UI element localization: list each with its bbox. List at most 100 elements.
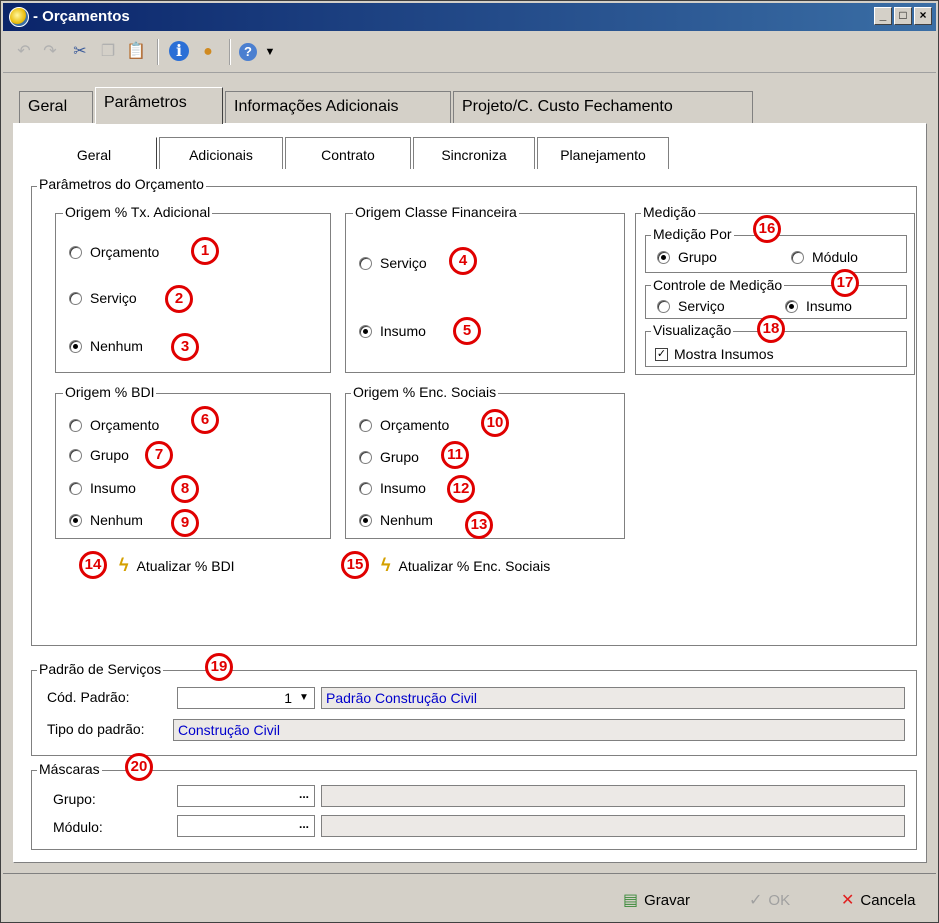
radio-indicator (359, 481, 372, 495)
tipo-padrao-field: Construção Civil (173, 719, 905, 741)
subtab-contrato[interactable]: Contrato (285, 137, 411, 169)
radio-classe-insumo[interactable]: Insumo (359, 323, 426, 339)
radio-controle-insumo[interactable]: Insumo (785, 298, 852, 314)
bdi-legend: Origem % BDI (63, 384, 157, 400)
padrao-servicos-legend: Padrão de Serviços (37, 661, 164, 677)
controle-medicao-legend: Controle de Medição (651, 277, 785, 293)
radio-medicao-grupo[interactable]: Grupo (657, 249, 717, 265)
callout-badge: 7 (145, 441, 173, 469)
radio-enc-insumo[interactable]: Insumo (359, 480, 426, 496)
radio-bdi-insumo[interactable]: Insumo (69, 480, 136, 496)
atualizar-bdi-button[interactable]: ϟ Atualizar % BDI (119, 555, 235, 576)
cut-icon[interactable]: ✂ (69, 41, 91, 63)
radio-enc-nenhum[interactable]: Nenhum (359, 512, 433, 528)
callout-badge: 2 (165, 285, 193, 313)
radio-indicator (359, 513, 372, 527)
radio-enc-orcamento[interactable]: Orçamento (359, 417, 449, 433)
visualizacao-legend: Visualização (651, 322, 734, 338)
action-label: Atualizar % BDI (136, 557, 235, 574)
button-bar: ▤ Gravar ✓ OK ✕ Cancela (3, 873, 936, 921)
callout-badge: 12 (447, 475, 475, 503)
window: - Orçamentos _ □ × ↶ ↷ ✂ ❐ 📋 i ● ? ▼ Ger… (0, 0, 939, 923)
radio-indicator (785, 299, 798, 313)
subtab-adicionais[interactable]: Adicionais (159, 137, 283, 169)
cod-padrao-description: Padrão Construção Civil (321, 687, 905, 709)
radio-label: Serviço (678, 298, 725, 314)
tab-label: Geral (28, 98, 68, 115)
grupo-mask-display (321, 785, 905, 807)
medicao-legend: Medição (641, 204, 698, 220)
window-title: - Orçamentos (33, 8, 130, 25)
close-button[interactable]: × (914, 7, 932, 25)
subtab-planejamento[interactable]: Planejamento (537, 137, 669, 169)
tab-label: Sincroniza (441, 147, 507, 163)
radio-enc-grupo[interactable]: Grupo (359, 449, 419, 465)
checkmark-icon: ✓ (749, 892, 763, 909)
chevron-down-icon[interactable]: ▼ (296, 689, 312, 707)
tab-parametros[interactable]: Parâmetros (95, 87, 223, 124)
enc-sociais-legend: Origem % Enc. Sociais (351, 384, 499, 400)
radio-label: Serviço (380, 255, 427, 271)
radio-bdi-orcamento[interactable]: Orçamento (69, 417, 159, 433)
tab-label: Adicionais (189, 147, 253, 163)
help-icon[interactable]: ? (239, 43, 257, 61)
radio-indicator (791, 250, 804, 264)
radio-classe-servico[interactable]: Serviço (359, 255, 427, 271)
copy-icon[interactable]: ❐ (97, 41, 119, 63)
radio-label: Grupo (678, 249, 717, 265)
radio-label: Orçamento (380, 417, 450, 433)
callout-badge: 19 (205, 653, 233, 681)
radio-tx-nenhum[interactable]: Nenhum (69, 338, 143, 354)
radio-bdi-nenhum[interactable]: Nenhum (69, 512, 143, 528)
mostra-insumos-checkbox[interactable]: ✓ Mostra Insumos (655, 346, 774, 362)
mascaras-legend: Máscaras (37, 761, 102, 777)
callout-badge: 14 (79, 551, 107, 579)
padrao-servicos-group (31, 670, 917, 756)
radio-tx-orcamento[interactable]: Orçamento (69, 244, 159, 260)
lightning-icon: ϟ (381, 555, 391, 575)
radio-indicator (69, 418, 82, 432)
cancela-button[interactable]: ✕ Cancela (841, 890, 915, 910)
cod-padrao-select[interactable]: 1 ▼ (177, 687, 315, 709)
tab-label: Planejamento (560, 147, 646, 163)
tab-informacoes-adicionais[interactable]: Informações Adicionais (225, 91, 451, 123)
modulo-mask-input[interactable]: ... (177, 815, 315, 837)
maximize-button[interactable]: □ (894, 7, 912, 25)
cod-padrao-value: 1 (284, 690, 292, 706)
atualizar-enc-sociais-button[interactable]: ϟ Atualizar % Enc. Sociais (381, 555, 550, 576)
ellipsis-button[interactable]: ... (296, 817, 312, 835)
tab-projeto-custo[interactable]: Projeto/C. Custo Fechamento (453, 91, 753, 123)
paste-icon[interactable]: 📋 (125, 41, 147, 63)
radio-tx-servico[interactable]: Serviço (69, 290, 137, 306)
subtab-geral[interactable]: Geral (31, 137, 157, 169)
grupo-mask-label: Grupo: (53, 791, 96, 807)
redo-icon[interactable]: ↷ (39, 41, 61, 63)
tab-label: Geral (76, 147, 112, 163)
toolbar-separator (229, 39, 231, 65)
radio-label: Insumo (806, 298, 852, 314)
check-icon: ✓ (655, 347, 668, 361)
radio-medicao-modulo[interactable]: Módulo (791, 249, 858, 265)
radio-controle-servico[interactable]: Serviço (657, 298, 725, 314)
ellipsis-button[interactable]: ... (296, 787, 312, 805)
radio-label: Orçamento (90, 417, 160, 433)
info-icon[interactable]: i (169, 41, 189, 61)
radio-indicator (69, 245, 82, 259)
tab-geral[interactable]: Geral (19, 91, 93, 123)
radio-bdi-grupo[interactable]: Grupo (69, 447, 129, 463)
radio-indicator (69, 513, 82, 527)
callout-badge: 11 (441, 441, 469, 469)
tab-label: Contrato (321, 147, 375, 163)
chevron-down-icon[interactable]: ▼ (259, 41, 281, 63)
minimize-button[interactable]: _ (874, 7, 892, 25)
gravar-button[interactable]: ▤ Gravar (623, 890, 690, 910)
cod-desc-text: Padrão Construção Civil (326, 690, 477, 706)
subtab-sincroniza[interactable]: Sincroniza (413, 137, 535, 169)
user-icon[interactable]: ● (197, 41, 219, 63)
tab-label: Projeto/C. Custo Fechamento (462, 98, 673, 115)
undo-icon[interactable]: ↶ (13, 41, 35, 63)
grupo-mask-input[interactable]: ... (177, 785, 315, 807)
ok-button[interactable]: ✓ OK (749, 890, 790, 910)
app-icon (9, 7, 29, 27)
radio-indicator (359, 418, 372, 432)
